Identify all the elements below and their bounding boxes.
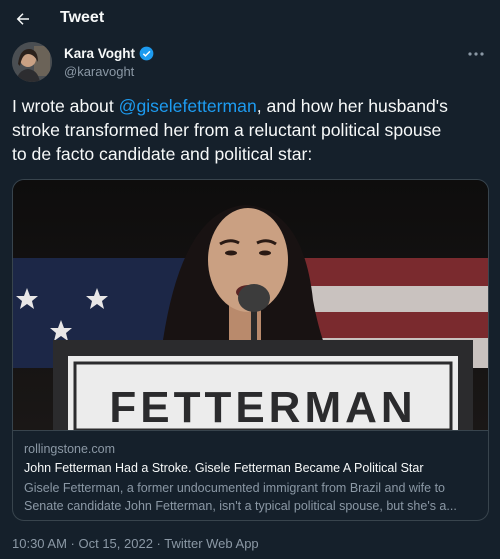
card-title[interactable]: John Fetterman Had a Stroke. Gisele Fett… bbox=[24, 461, 424, 475]
author-handle[interactable]: @karavoght bbox=[64, 64, 134, 79]
tweet-text-line: I wrote about @giselefetterman, and how … bbox=[12, 94, 492, 118]
card-domain: rollingstone.com bbox=[24, 442, 116, 456]
tweet-timestamp[interactable]: 10:30 AM · Oct 15, 2022 · Twitter Web Ap… bbox=[12, 536, 259, 551]
tweet-text: I wrote about @giselefetterman, and how … bbox=[12, 94, 492, 166]
more-horizontal-icon bbox=[468, 52, 484, 56]
tweet-author: Kara Voght @karavoght bbox=[12, 42, 488, 86]
top-bar: Tweet bbox=[0, 0, 500, 38]
tweet-text-segment: , and how her husband's bbox=[256, 96, 448, 116]
author-name[interactable]: Kara Voght bbox=[64, 46, 135, 61]
back-arrow-icon bbox=[16, 13, 29, 25]
card-description-line: Gisele Fetterman, a former undocumented … bbox=[24, 481, 446, 495]
tweet-text-line: to de facto candidate and political star… bbox=[12, 144, 313, 164]
card-meta: rollingstone.com John Fetterman Had a St… bbox=[13, 430, 488, 520]
verified-badge-icon bbox=[139, 46, 154, 61]
avatar-image bbox=[12, 42, 52, 82]
name-row: Kara Voght bbox=[64, 46, 154, 61]
back-button[interactable] bbox=[8, 4, 38, 34]
card-image[interactable]: FETTERMAN bbox=[13, 180, 488, 432]
mention-link[interactable]: @giselefetterman bbox=[119, 96, 257, 116]
card-description-line: Senate candidate John Fetterman, isn't a… bbox=[24, 499, 457, 513]
tweet-text-line: stroke transformed her from a reluctant … bbox=[12, 120, 442, 140]
tweet-text-segment: I wrote about bbox=[12, 96, 119, 116]
page-title: Tweet bbox=[60, 9, 105, 26]
more-button[interactable] bbox=[464, 46, 488, 62]
avatar[interactable] bbox=[12, 42, 52, 82]
podium-sign-text: FETTERMAN bbox=[109, 383, 416, 430]
card-description: Gisele Fetterman, a former undocumented … bbox=[24, 479, 484, 515]
link-card[interactable]: FETTERMAN rollingstone.com John Fetterma… bbox=[12, 179, 489, 521]
